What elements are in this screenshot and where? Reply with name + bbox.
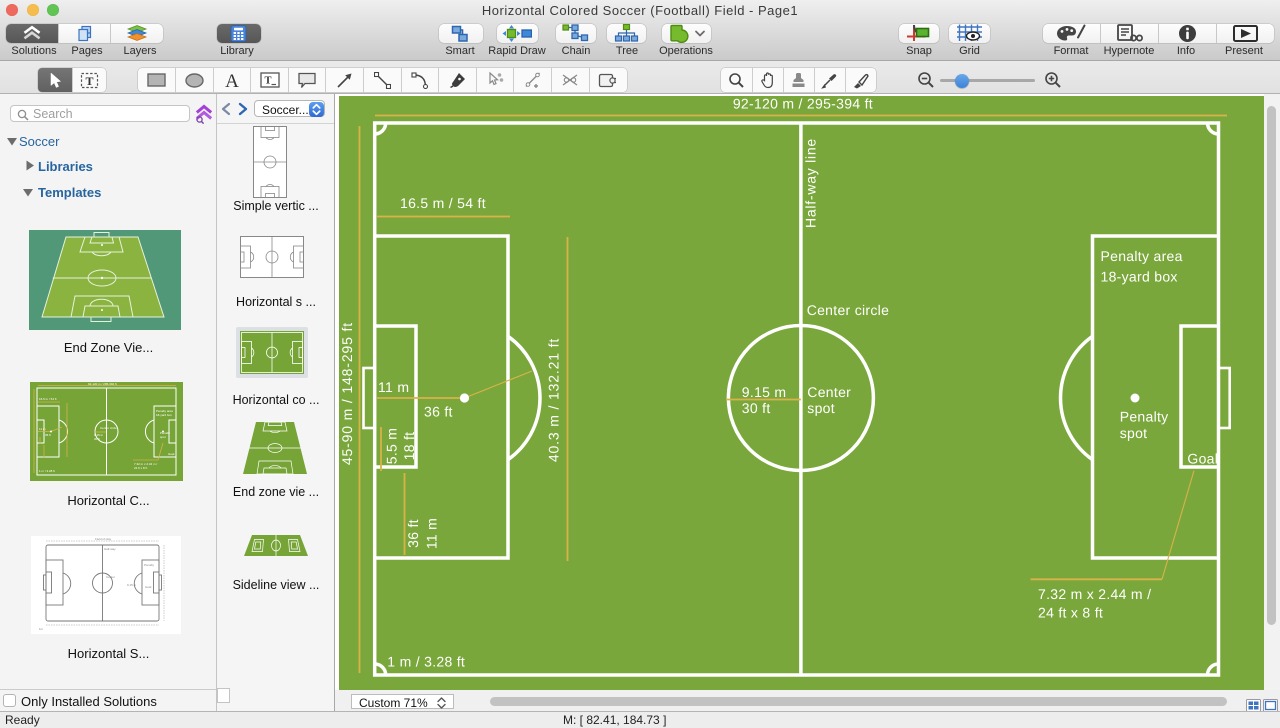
svg-text:36 ft: 36 ft	[424, 404, 453, 420]
svg-text:9.15 m: 9.15 m	[127, 583, 137, 587]
svg-text:Goal: Goal	[145, 585, 152, 589]
svg-text:18 ft: 18 ft	[401, 432, 417, 461]
svg-text:Center: Center	[807, 384, 851, 400]
svg-text:Center: Center	[106, 575, 115, 579]
svg-text:16.5 m / 54 ft: 16.5 m / 54 ft	[39, 397, 57, 401]
svg-text:30 ft: 30 ft	[94, 437, 100, 441]
svg-text:spot: spot	[1119, 425, 1147, 441]
svg-text:18-yard box: 18-yard box	[156, 413, 172, 417]
svg-text:T: T	[264, 76, 271, 87]
svg-text:Field of play: Field of play	[95, 537, 112, 541]
svg-text:40.3 m / 132.21 ft: 40.3 m / 132.21 ft	[545, 338, 561, 462]
svg-text:spot: spot	[807, 400, 835, 416]
svg-text:24 ft x 8 ft: 24 ft x 8 ft	[1038, 605, 1103, 621]
svg-text:18-yard box: 18-yard box	[1100, 268, 1177, 284]
svg-text:Center circle: Center circle	[806, 302, 888, 318]
svg-text:1 m / 3.28 ft: 1 m / 3.28 ft	[39, 469, 55, 473]
svg-text:A: A	[225, 72, 239, 89]
svg-text:36 ft: 36 ft	[45, 433, 51, 437]
svg-text:11 m: 11 m	[39, 427, 46, 431]
svg-text:16.5 m / 54 ft: 16.5 m / 54 ft	[400, 195, 486, 211]
svg-text:Penalty: Penalty	[144, 563, 155, 567]
svg-text:Penalty: Penalty	[1119, 409, 1168, 425]
svg-text:Half-way: Half-way	[104, 547, 116, 551]
svg-text:11 m: 11 m	[423, 518, 439, 549]
svg-text:Goal: Goal	[168, 452, 175, 456]
svg-text:Half-way line: Half-way line	[802, 138, 818, 228]
svg-text:92-120 m / 295-394 ft: 92-120 m / 295-394 ft	[732, 96, 872, 112]
svg-text:9.15 m: 9.15 m	[741, 384, 786, 400]
svg-text:Goal: Goal	[1187, 450, 1218, 466]
svg-text:24 ft x 8 ft: 24 ft x 8 ft	[134, 466, 147, 470]
svg-text:spot: spot	[160, 435, 166, 439]
svg-text:1 m / 3.28 ft: 1 m / 3.28 ft	[387, 654, 465, 670]
svg-text:92-120 m / 295-394 ft: 92-120 m / 295-394 ft	[88, 382, 117, 386]
svg-text:30 ft: 30 ft	[741, 400, 770, 416]
svg-text:11 m: 11 m	[378, 379, 409, 395]
svg-text:5.5 m: 5.5 m	[383, 428, 399, 465]
svg-text:45-90 m / 148-295 ft: 45-90 m / 148-295 ft	[339, 322, 355, 465]
svg-text:T: T	[85, 73, 93, 87]
svg-text:1m: 1m	[39, 627, 44, 631]
svg-text:7.32 m x 2.44 m /: 7.32 m x 2.44 m /	[1038, 586, 1151, 602]
svg-text:Center circle: Center circle	[100, 426, 117, 430]
svg-text:36 ft: 36 ft	[405, 519, 421, 548]
svg-text:Penalty area: Penalty area	[1100, 248, 1182, 264]
